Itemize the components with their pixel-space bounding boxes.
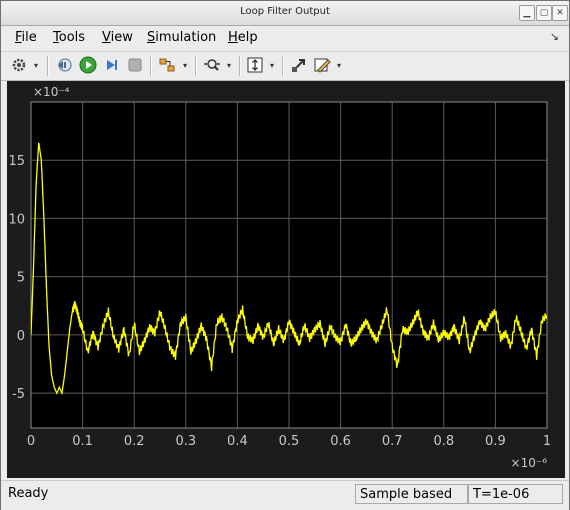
y-exponent-label: ×10⁻⁴ bbox=[33, 85, 70, 99]
x-exponent-label: ×10⁻⁶ bbox=[511, 456, 548, 470]
toolbar: ▾ ▾ ▾ ▾ ▾ bbox=[1, 51, 569, 81]
status-text: Ready bbox=[8, 486, 49, 501]
step-back-icon[interactable] bbox=[54, 55, 74, 75]
settings-dropdown-icon[interactable]: ▾ bbox=[34, 61, 38, 70]
menu-simulation[interactable]: Simulation bbox=[147, 30, 216, 45]
loop-filter-plot[interactable]: 0 0.1 0.2 0.3 0.4 0.5 0.6 0.7 0.8 0.9 1 -5 0 5 10 15 ×10… bbox=[7, 81, 565, 478]
autoscale-dropdown-icon[interactable]: ▾ bbox=[270, 61, 274, 70]
x-tick-label: 0.9 bbox=[485, 434, 506, 449]
x-tick-label: 0 bbox=[27, 434, 35, 449]
window-title: Loop Filter Output bbox=[240, 6, 330, 17]
gear-icon[interactable] bbox=[9, 55, 29, 75]
undock-arrow-icon[interactable]: ↘ bbox=[550, 30, 559, 43]
stop-icon[interactable] bbox=[125, 55, 145, 75]
x-tick-label: 0.6 bbox=[330, 434, 351, 449]
status-bar: Ready Sample based T=1e-06 bbox=[1, 480, 569, 510]
menu-help[interactable]: Help bbox=[228, 30, 258, 45]
x-tick-label: 1 bbox=[543, 434, 551, 449]
menu-file[interactable]: File bbox=[15, 30, 37, 45]
zoom-dropdown-icon[interactable]: ▾ bbox=[227, 61, 231, 70]
x-tick-label: 0.3 bbox=[175, 434, 196, 449]
menu-view[interactable]: View bbox=[102, 30, 133, 45]
y-tick-label: -5 bbox=[12, 387, 25, 402]
close-button[interactable]: ✕ bbox=[552, 5, 568, 21]
y-tick-label: 15 bbox=[8, 154, 25, 169]
sampling-mode: Sample based bbox=[355, 484, 468, 504]
x-tick-label: 0.5 bbox=[279, 434, 300, 449]
y-tick-label: 0 bbox=[17, 329, 25, 344]
y-tick-label: 5 bbox=[17, 271, 25, 286]
run-icon[interactable] bbox=[78, 55, 98, 75]
zoom-x-icon[interactable] bbox=[202, 55, 222, 75]
style-dropdown-icon[interactable]: ▾ bbox=[337, 61, 341, 70]
highlight-block-icon[interactable] bbox=[289, 55, 309, 75]
menu-bar: File Tools View Simulation Help ↘ bbox=[1, 26, 569, 50]
style-icon[interactable] bbox=[312, 55, 332, 75]
simulation-time: T=1e-06 bbox=[468, 484, 563, 504]
scope-window: Loop Filter Output ▁ ▢ ✕ File Tools View… bbox=[0, 0, 570, 510]
plot-area[interactable]: 0 0.1 0.2 0.3 0.4 0.5 0.6 0.7 0.8 0.9 1 -5 0 5 10 15 ×10… bbox=[7, 81, 565, 478]
x-tick-label: 0.4 bbox=[227, 434, 248, 449]
menu-tools[interactable]: Tools bbox=[53, 30, 85, 45]
title-bar[interactable]: Loop Filter Output ▁ ▢ ✕ bbox=[1, 1, 569, 26]
x-tick-label: 0.8 bbox=[433, 434, 454, 449]
maximize-button[interactable]: ▢ bbox=[536, 5, 552, 21]
y-tick-label: 10 bbox=[8, 212, 25, 227]
step-forward-icon[interactable] bbox=[102, 55, 122, 75]
x-tick-label: 0.1 bbox=[72, 434, 93, 449]
x-tick-label: 0.7 bbox=[382, 434, 403, 449]
minimize-button[interactable]: ▁ bbox=[519, 5, 535, 21]
signal-select-icon[interactable] bbox=[157, 55, 177, 75]
x-tick-label: 0.2 bbox=[124, 434, 145, 449]
signal-dropdown-icon[interactable]: ▾ bbox=[183, 61, 187, 70]
autoscale-icon[interactable] bbox=[245, 55, 265, 75]
